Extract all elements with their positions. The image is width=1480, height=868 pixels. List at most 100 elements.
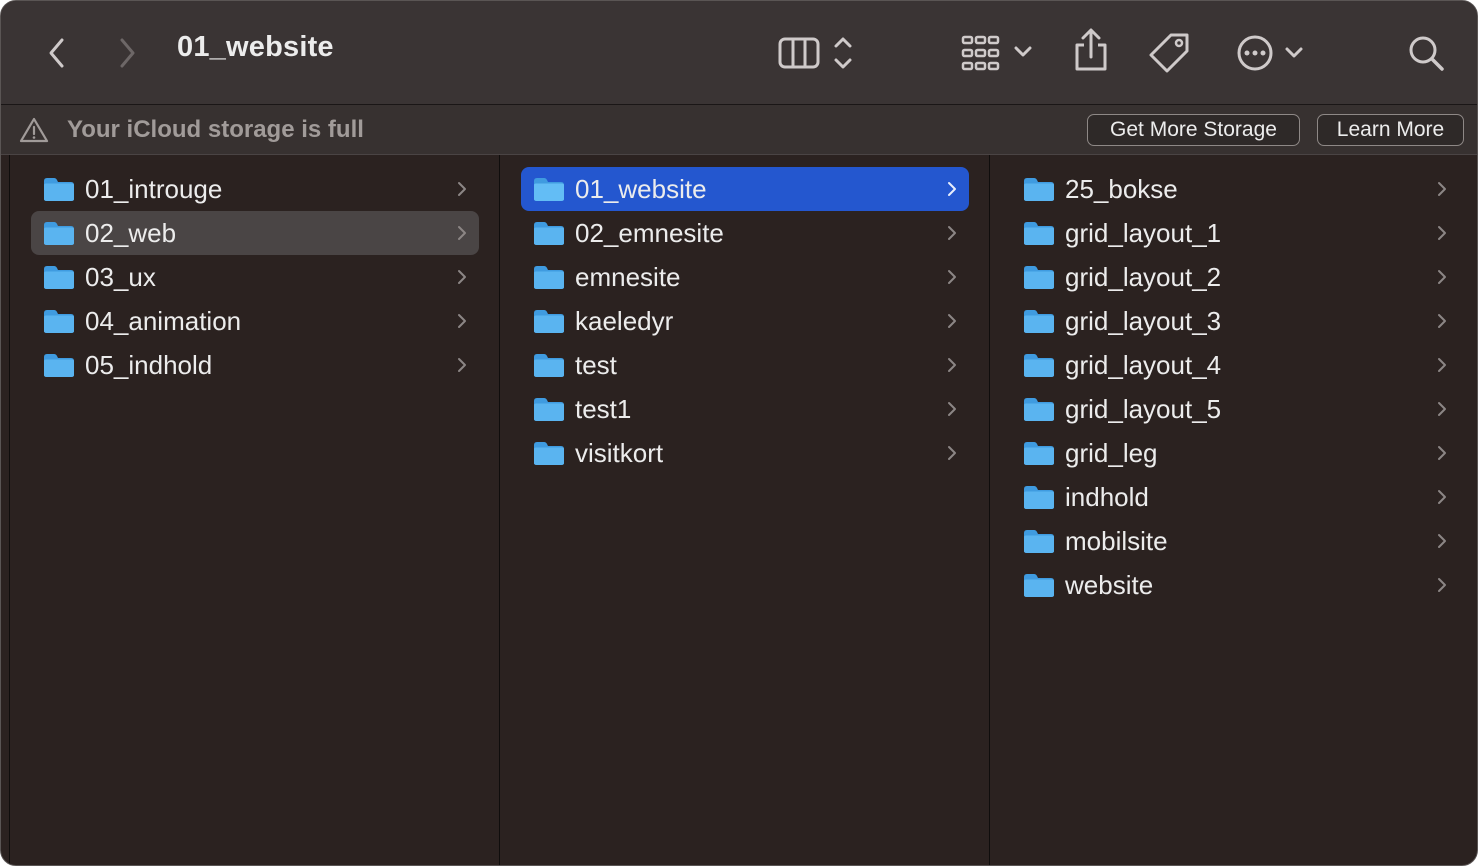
toolbar: 01_website — [1, 1, 1477, 105]
column-3[interactable]: 25_bokse grid_layout_1 grid_layout_2 grid_l… — [990, 155, 1477, 865]
back-button[interactable] — [41, 33, 73, 73]
folder-row[interactable]: website — [1011, 563, 1459, 607]
folder-row[interactable]: 01_introuge — [31, 167, 479, 211]
folder-row[interactable]: 04_animation — [31, 299, 479, 343]
folder-icon — [1023, 440, 1055, 471]
chevron-right-icon — [1436, 224, 1448, 247]
get-more-storage-button[interactable]: Get More Storage — [1087, 114, 1300, 146]
chevron-right-icon — [456, 312, 468, 335]
folder-label: grid_leg — [1065, 438, 1158, 468]
chevron-right-icon — [1436, 576, 1448, 599]
chevron-right-icon — [1436, 180, 1448, 203]
folder-label: 04_animation — [85, 306, 242, 336]
folder-row[interactable]: emnesite — [521, 255, 969, 299]
folder-row[interactable]: grid_layout_3 — [1011, 299, 1459, 343]
folder-icon — [43, 264, 75, 295]
folder-label: grid_layout_1 — [1065, 218, 1222, 248]
folder-icon — [533, 264, 565, 295]
share-icon — [1075, 28, 1107, 71]
column-2[interactable]: 01_website 02_emnesite emnesite kaeledyr tes… — [500, 155, 990, 865]
chevron-right-icon — [1436, 444, 1448, 467]
folder-label: grid_layout_4 — [1065, 350, 1222, 380]
folder-row[interactable]: 02_emnesite — [521, 211, 969, 255]
folder-icon — [533, 352, 565, 383]
folder-row[interactable]: grid_layout_1 — [1011, 211, 1459, 255]
folder-label: 01_website — [575, 174, 707, 204]
folder-label: website — [1065, 570, 1154, 600]
chevron-right-icon — [1436, 488, 1448, 511]
chevron-right-icon — [1436, 312, 1448, 335]
folder-row[interactable]: kaeledyr — [521, 299, 969, 343]
folder-row[interactable]: test — [521, 343, 969, 387]
tag-button[interactable] — [1147, 31, 1193, 75]
column-1[interactable]: 01_introuge 02_web 03_ux 04_animation 05_ind… — [1, 155, 500, 865]
folder-label: 02_emnesite — [575, 218, 724, 248]
folder-row[interactable]: visitkort — [521, 431, 969, 475]
folder-icon — [533, 176, 565, 207]
folder-row[interactable]: 02_web — [31, 211, 479, 255]
search-icon — [1409, 36, 1444, 71]
folder-label: 05_indhold — [85, 350, 213, 380]
chevron-right-icon — [946, 444, 958, 467]
icloud-storage-banner: Your iCloud storage is full Get More Sto… — [1, 105, 1477, 155]
chevron-right-icon — [1436, 532, 1448, 555]
folder-label: visitkort — [575, 438, 664, 468]
folder-row[interactable]: test1 — [521, 387, 969, 431]
folder-icon — [1023, 264, 1055, 295]
forward-button[interactable] — [111, 33, 143, 73]
column-browser: 01_introuge 02_web 03_ux 04_animation 05_ind… — [1, 155, 1477, 865]
folder-icon — [533, 440, 565, 471]
folder-icon — [1023, 572, 1055, 603]
chevron-left-icon — [49, 38, 64, 68]
share-button[interactable] — [1071, 27, 1111, 75]
folder-row[interactable]: 05_indhold — [31, 343, 479, 387]
more-actions-button[interactable] — [1235, 31, 1307, 75]
folder-row[interactable]: grid_layout_2 — [1011, 255, 1459, 299]
folder-label: 03_ux — [85, 262, 156, 292]
window-title: 01_website — [177, 31, 334, 63]
view-mode-button[interactable] — [775, 31, 861, 75]
folder-row[interactable]: mobilsite — [1011, 519, 1459, 563]
chevron-right-icon — [456, 268, 468, 291]
column-view-icon — [778, 37, 852, 69]
folder-icon — [533, 220, 565, 251]
folder-icon — [1023, 396, 1055, 427]
folder-row[interactable]: 01_website — [521, 167, 969, 211]
folder-row[interactable]: indhold — [1011, 475, 1459, 519]
grid-group-icon — [961, 35, 1032, 71]
chevron-right-icon — [946, 224, 958, 247]
chevron-right-icon — [456, 180, 468, 203]
folder-icon — [1023, 352, 1055, 383]
folder-icon — [1023, 528, 1055, 559]
folder-label: test1 — [575, 394, 632, 424]
ellipsis-circle-icon — [1237, 35, 1303, 71]
folder-label: 25_bokse — [1065, 174, 1178, 204]
left-edge-divider — [9, 155, 10, 865]
chevron-right-icon — [946, 268, 958, 291]
chevron-right-icon — [1436, 268, 1448, 291]
search-button[interactable] — [1405, 31, 1449, 75]
warning-icon — [19, 117, 49, 143]
folder-icon — [1023, 484, 1055, 515]
folder-label: mobilsite — [1065, 526, 1168, 556]
folder-label: grid_layout_5 — [1065, 394, 1222, 424]
folder-label: kaeledyr — [575, 306, 674, 336]
chevron-right-icon — [946, 312, 958, 335]
chevron-right-icon — [946, 356, 958, 379]
chevron-right-icon — [120, 38, 135, 68]
folder-row[interactable]: grid_layout_5 — [1011, 387, 1459, 431]
tag-icon — [1149, 33, 1189, 73]
folder-icon — [43, 176, 75, 207]
group-button[interactable] — [957, 31, 1039, 75]
folder-icon — [533, 308, 565, 339]
folder-label: indhold — [1065, 482, 1149, 512]
learn-more-button[interactable]: Learn More — [1317, 114, 1464, 146]
folder-row[interactable]: grid_layout_4 — [1011, 343, 1459, 387]
folder-icon — [1023, 308, 1055, 339]
chevron-right-icon — [946, 400, 958, 423]
folder-label: test — [575, 350, 617, 380]
folder-icon — [43, 352, 75, 383]
folder-row[interactable]: 03_ux — [31, 255, 479, 299]
folder-row[interactable]: 25_bokse — [1011, 167, 1459, 211]
folder-row[interactable]: grid_leg — [1011, 431, 1459, 475]
